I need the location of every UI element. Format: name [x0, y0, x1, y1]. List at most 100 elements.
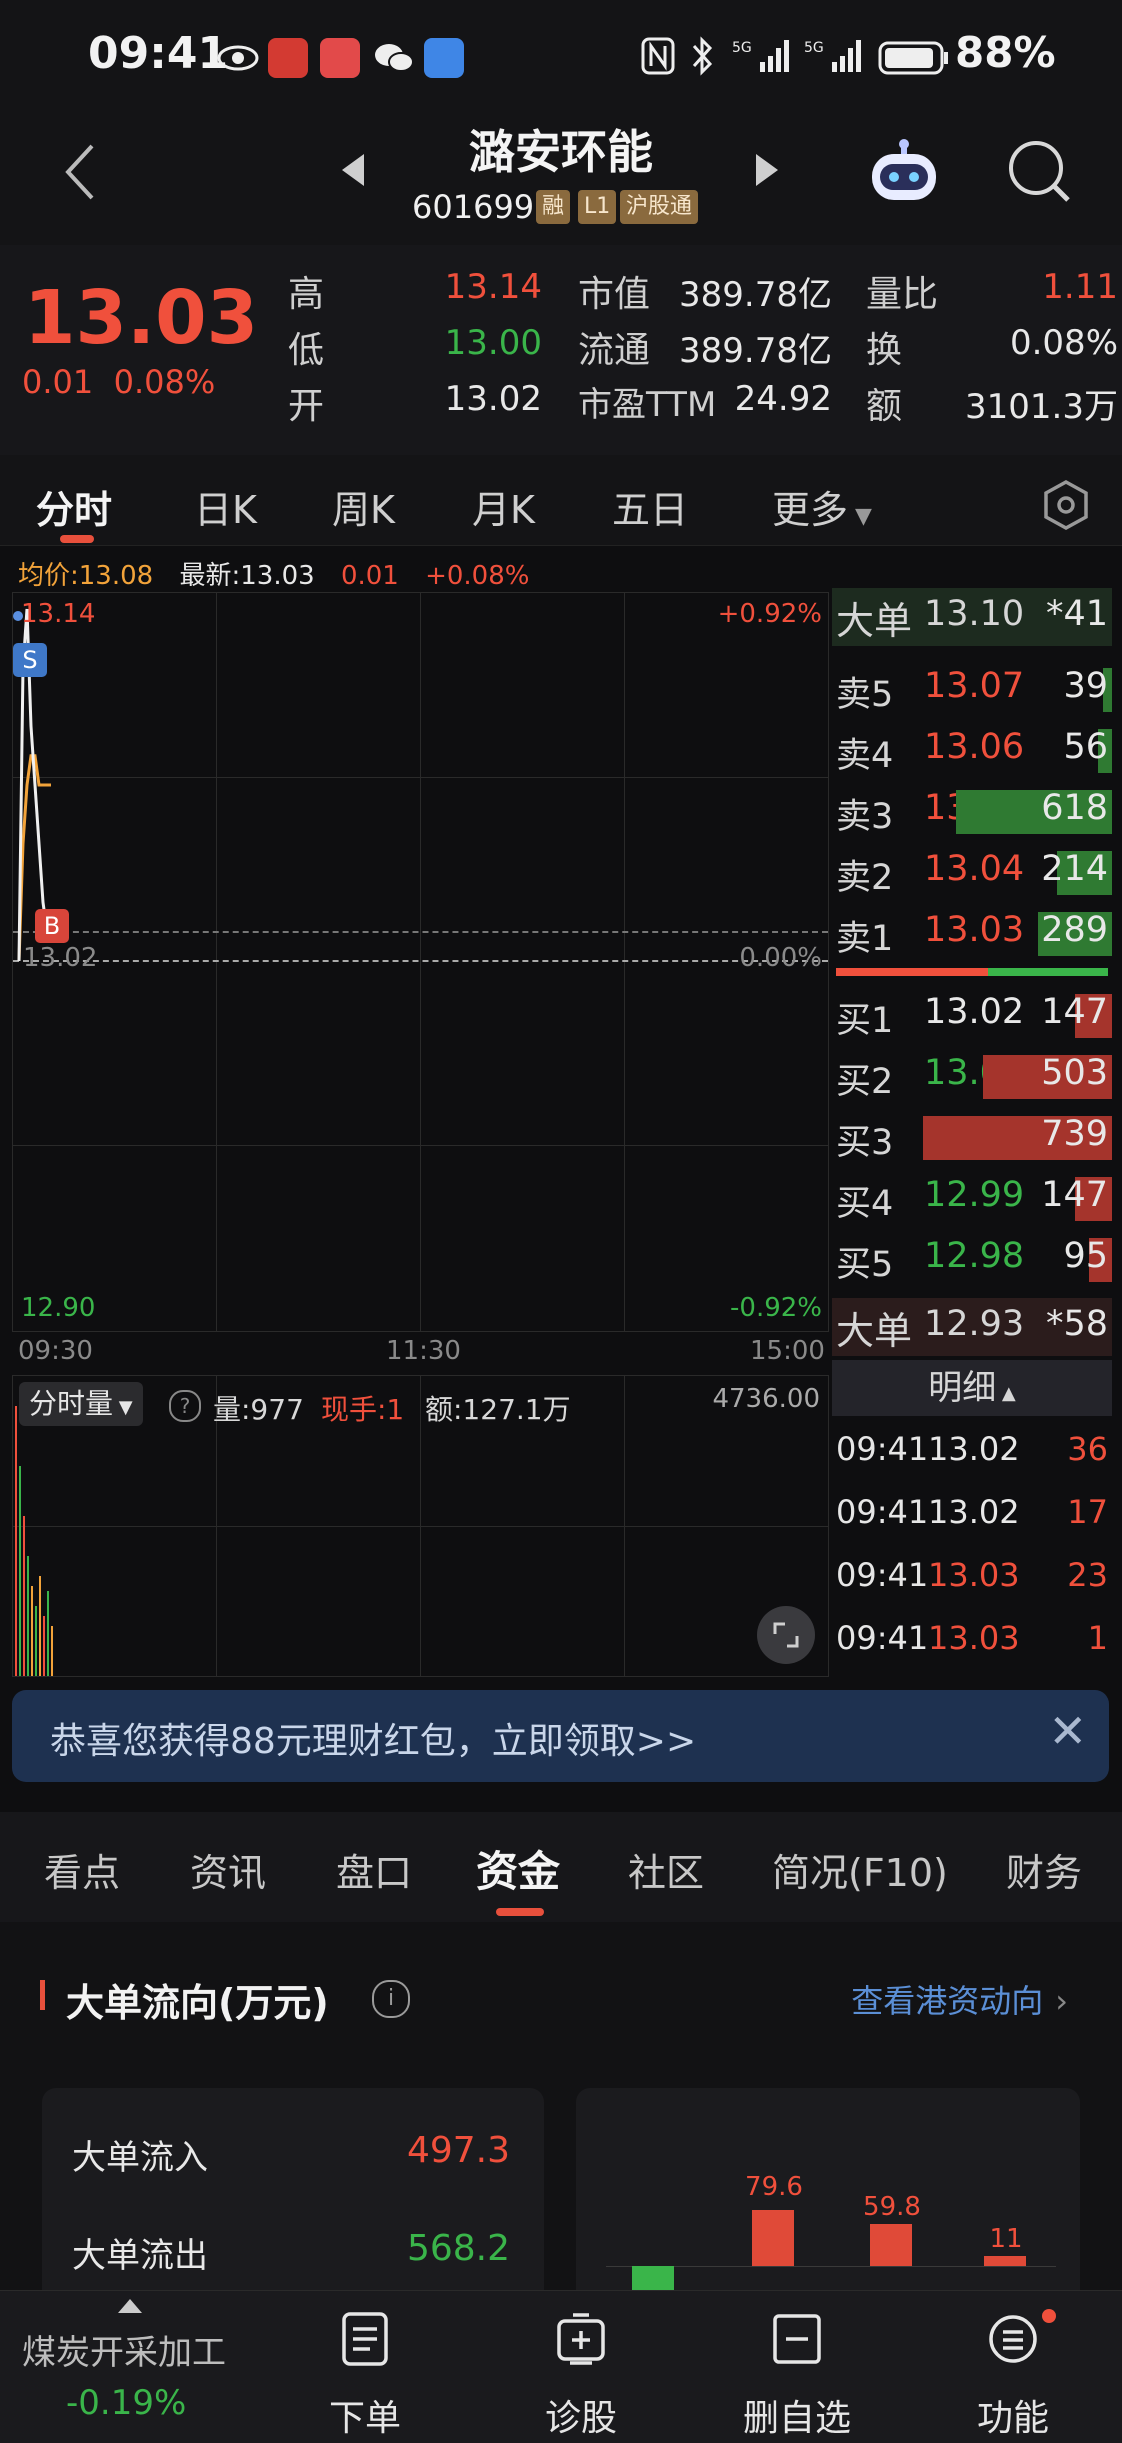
promo-banner[interactable]: 恭喜您获得88元理财红包，立即领取>> ✕	[12, 1690, 1109, 1782]
grid-line	[624, 1376, 625, 1676]
promo-text: 恭喜您获得88元理财红包，立即领取>>	[50, 1721, 697, 1762]
bid-row[interactable]: 买2 13.01 503	[832, 1047, 1112, 1105]
tab-news[interactable]: 资讯	[190, 1842, 266, 1897]
search-icon[interactable]	[1004, 136, 1074, 210]
price-lines	[17, 608, 51, 962]
outflow-value: 568.2	[406, 2228, 510, 2269]
big-buy-row: 大单 12.93 *58	[832, 1298, 1112, 1356]
trade-qty: 23	[1067, 1556, 1108, 1594]
close-icon[interactable]: ✕	[1048, 1704, 1087, 1758]
bid-price: 12.99	[924, 1175, 1025, 1215]
float-value: 389.78亿	[679, 331, 832, 371]
ask-price: 13.04	[924, 849, 1025, 889]
bid-label: 买1	[836, 1001, 894, 1041]
chevron-right-icon: ›	[1055, 1982, 1068, 2020]
sell-strength-bar	[836, 968, 988, 976]
next-stock-icon[interactable]	[752, 150, 782, 194]
info-tabs: 看点 资讯 盘口 资金 社区 简况(F10) 财务	[0, 1812, 1122, 1922]
sector-name[interactable]: 煤炭开采加工	[22, 2325, 226, 2374]
bid-row[interactable]: 买313.00739	[832, 1108, 1112, 1166]
mcap-value: 389.78亿	[679, 275, 832, 315]
tab-finance[interactable]: 财务	[1006, 1842, 1082, 1897]
big-buy-qty: *58	[1045, 1304, 1108, 1344]
tab-funds[interactable]: 资金	[476, 1838, 560, 1899]
ask-row[interactable]: 卖4 13.06 56	[832, 721, 1112, 779]
turnover-value: 0.08%	[1009, 323, 1118, 363]
tab-underline	[496, 1908, 544, 1916]
tab-monthly-k[interactable]: 月K	[472, 479, 535, 534]
caret-down-icon: ▼	[848, 504, 872, 529]
float-label: 流通	[578, 330, 651, 371]
sell-marker[interactable]: S	[13, 643, 47, 677]
grid-line	[420, 1376, 421, 1676]
price-ref-label: 13.02	[23, 943, 98, 973]
tag-margin: 融	[536, 190, 571, 224]
bid-qty: 147	[1041, 1175, 1108, 1215]
fullscreen-icon[interactable]	[757, 1606, 815, 1664]
bid-row[interactable]: 买1 13.02 147	[832, 986, 1112, 1044]
quote-panel: 13.03 0.01 0.08% 高 13.14 低 13.00 开 13.02…	[0, 245, 1122, 455]
pe-label: 市盈TTM	[578, 385, 717, 425]
detail-tab[interactable]: 明细 ▲	[832, 1360, 1112, 1416]
status-time: 09:41	[88, 28, 229, 79]
tab-daily-k[interactable]: 日K	[194, 479, 257, 534]
volume-amount: 额:127.1万	[425, 1393, 571, 1426]
turnover-label: 换	[866, 330, 903, 371]
tab-community[interactable]: 社区	[628, 1842, 704, 1897]
tab-more[interactable]: 更多 ▼	[772, 479, 872, 534]
intraday-chart[interactable]: 13.14 +0.92% 13.02 0.00% 12.90 -0.92% S …	[12, 592, 829, 1332]
outflow-label: 大单流出	[72, 2236, 208, 2276]
ask-row[interactable]: 卖5 13.07 39	[832, 660, 1112, 718]
bid-price: 13.02	[924, 992, 1025, 1032]
tab-highlights[interactable]: 看点	[44, 1842, 120, 1897]
hk-funds-link[interactable]: 查看港资动向 ›	[851, 1976, 1068, 2022]
big-buy-label: 大单	[836, 1309, 913, 1353]
tab-profile[interactable]: 简况(F10)	[772, 1842, 948, 1897]
ask-row[interactable]: 卖313.05618	[832, 782, 1112, 840]
time-tick-mid: 11:30	[386, 1336, 461, 1366]
high-value: 13.14	[444, 267, 542, 307]
pct-max-label: +0.92%	[717, 599, 822, 629]
settings-icon[interactable]	[1040, 479, 1092, 535]
bid-price: 12.98	[924, 1236, 1025, 1276]
robot-assistant-icon[interactable]	[866, 132, 942, 212]
tab-market[interactable]: 盘口	[336, 1842, 412, 1897]
info-icon[interactable]: i	[372, 1980, 410, 2018]
signal-icon-2: 5G	[804, 36, 864, 80]
trade-price: 13.02	[928, 1493, 1020, 1531]
caret-up-icon[interactable]	[118, 2299, 142, 2313]
app-icon-1	[268, 38, 308, 78]
volume-hand: 现手:1	[321, 1393, 405, 1426]
help-icon[interactable]: ?	[169, 1390, 201, 1422]
ask-row[interactable]: 卖2 13.04 214	[832, 843, 1112, 901]
signal-icon-1: 5G	[732, 36, 792, 80]
nav-order-label: 下单	[328, 2398, 401, 2439]
ask-qty: 618	[1041, 788, 1108, 828]
tab-weekly-k[interactable]: 周K	[332, 479, 395, 534]
big-sell-row: 大单 13.10 *41	[832, 588, 1112, 646]
bid-row[interactable]: 买4 12.99 147	[832, 1169, 1112, 1227]
bid-label: 买3	[836, 1123, 894, 1163]
battery-level: 88%	[955, 28, 1056, 77]
buy-marker[interactable]: B	[35, 909, 69, 943]
nav-functions-label: 功能	[976, 2398, 1049, 2439]
tab-five-day[interactable]: 五日	[612, 479, 688, 534]
stock-header: 潞安环能 601699 融 L1 沪股通	[0, 110, 1122, 245]
ask-qty: 39	[1063, 666, 1108, 706]
volume-value: 量:977	[213, 1393, 304, 1426]
big-sell-label: 大单	[836, 599, 913, 643]
bar-2	[870, 2224, 912, 2266]
volume-chart[interactable]: 分时量 ▼ ? 量:977 现手:1 额:127.1万 4736.00	[12, 1375, 829, 1677]
big-sell-price: 13.10	[924, 594, 1025, 634]
volume-bars	[15, 1406, 53, 1676]
bid-row[interactable]: 买5 12.98 95	[832, 1230, 1112, 1288]
pct-min-label: -0.92%	[730, 1293, 822, 1323]
eye-icon	[216, 38, 259, 78]
bar-value-3: 11	[989, 2224, 1023, 2254]
notification-dot	[1042, 2309, 1056, 2323]
bid-qty: 147	[1041, 992, 1108, 1032]
big-buy-price: 12.93	[924, 1304, 1025, 1344]
tab-intraday[interactable]: 分时	[36, 479, 112, 534]
bar-negative	[632, 2266, 674, 2290]
ask-row[interactable]: 卖1 13.03 289	[832, 904, 1112, 962]
